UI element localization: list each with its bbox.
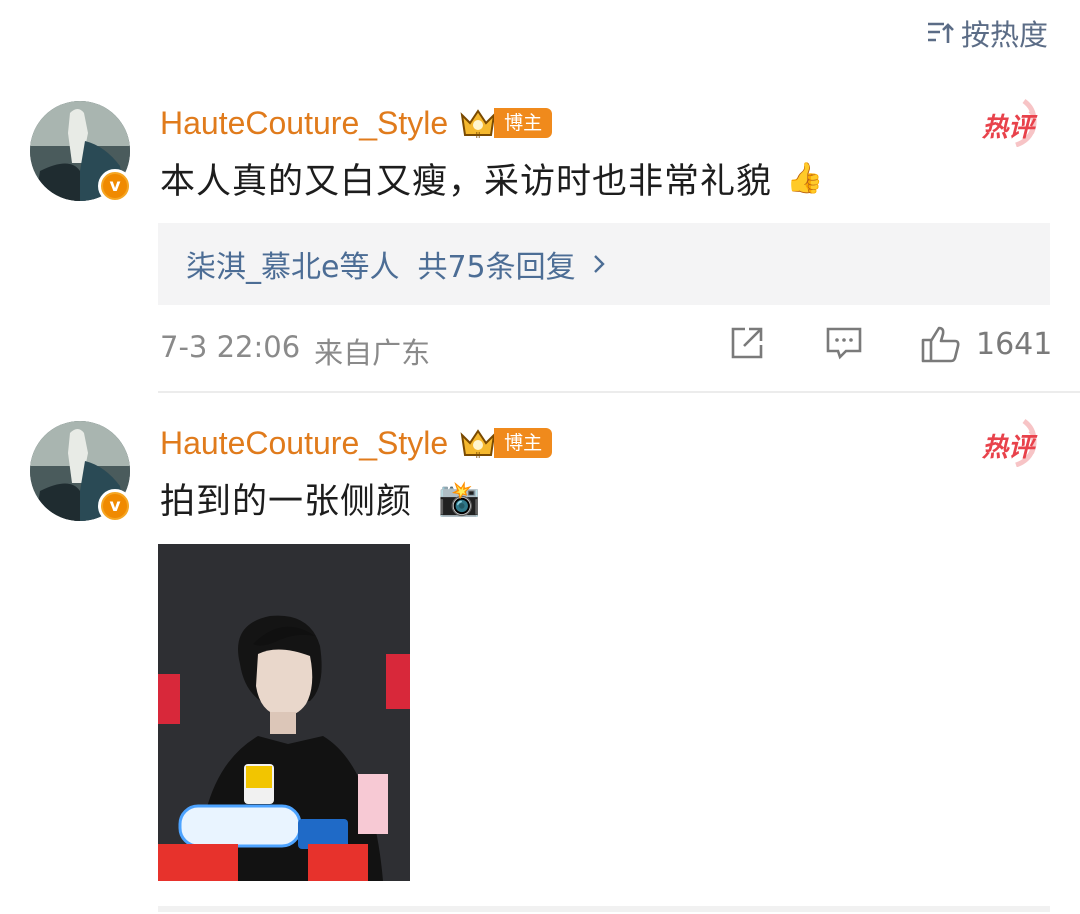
username[interactable]: HauteCouture_Style bbox=[160, 105, 448, 142]
hot-comment-badge: 热评 bbox=[976, 97, 1042, 148]
divider bbox=[158, 906, 1050, 912]
replies-users: 柒淇_慕北e等人 bbox=[186, 250, 400, 285]
comment-icon bbox=[826, 327, 862, 360]
divider bbox=[158, 391, 1080, 393]
verified-badge-icon: v bbox=[98, 489, 132, 523]
comment-photo[interactable] bbox=[158, 544, 410, 881]
sort-by-hot-button[interactable]: 按热度 bbox=[925, 14, 1048, 52]
replies-count: 共75条回复 bbox=[417, 250, 576, 285]
thumbs-up-icon bbox=[921, 326, 960, 363]
avatar[interactable]: v bbox=[30, 421, 132, 523]
crown-icon: II bbox=[460, 429, 496, 460]
comment-text: 拍到的一张侧颜 📸 bbox=[160, 478, 482, 523]
chevron-right-icon bbox=[593, 255, 605, 273]
blogger-badge: II 博主 bbox=[458, 103, 553, 143]
thumbs-up-emoji: 👍 bbox=[786, 161, 825, 196]
comment-text: 本人真的又白又瘦，采访时也非常礼貌 👍 bbox=[160, 161, 825, 202]
sort-label: 按热度 bbox=[960, 18, 1048, 52]
view-replies-button[interactable]: 柒淇_慕北e等人 共75条回复 bbox=[158, 223, 1050, 305]
share-icon bbox=[731, 327, 763, 359]
username[interactable]: HauteCouture_Style bbox=[160, 425, 448, 462]
like-count: 1641 bbox=[976, 326, 1053, 362]
svg-text:II: II bbox=[476, 131, 481, 140]
crown-icon: II bbox=[460, 109, 496, 140]
verified-badge-icon: v bbox=[98, 169, 132, 203]
svg-text:II: II bbox=[476, 451, 481, 460]
avatar[interactable]: v bbox=[30, 101, 132, 203]
camera-flash-emoji: 📸 bbox=[438, 478, 482, 519]
blogger-tag: 博主 bbox=[494, 108, 553, 138]
blogger-badge: II 博主 bbox=[458, 423, 553, 463]
reply-button[interactable] bbox=[824, 324, 864, 362]
sort-icon bbox=[927, 22, 954, 43]
like-button[interactable]: 1641 bbox=[920, 324, 1052, 364]
hot-comment-badge: 热评 bbox=[976, 417, 1042, 468]
share-button[interactable] bbox=[728, 324, 766, 362]
blogger-tag: 博主 bbox=[494, 428, 553, 458]
